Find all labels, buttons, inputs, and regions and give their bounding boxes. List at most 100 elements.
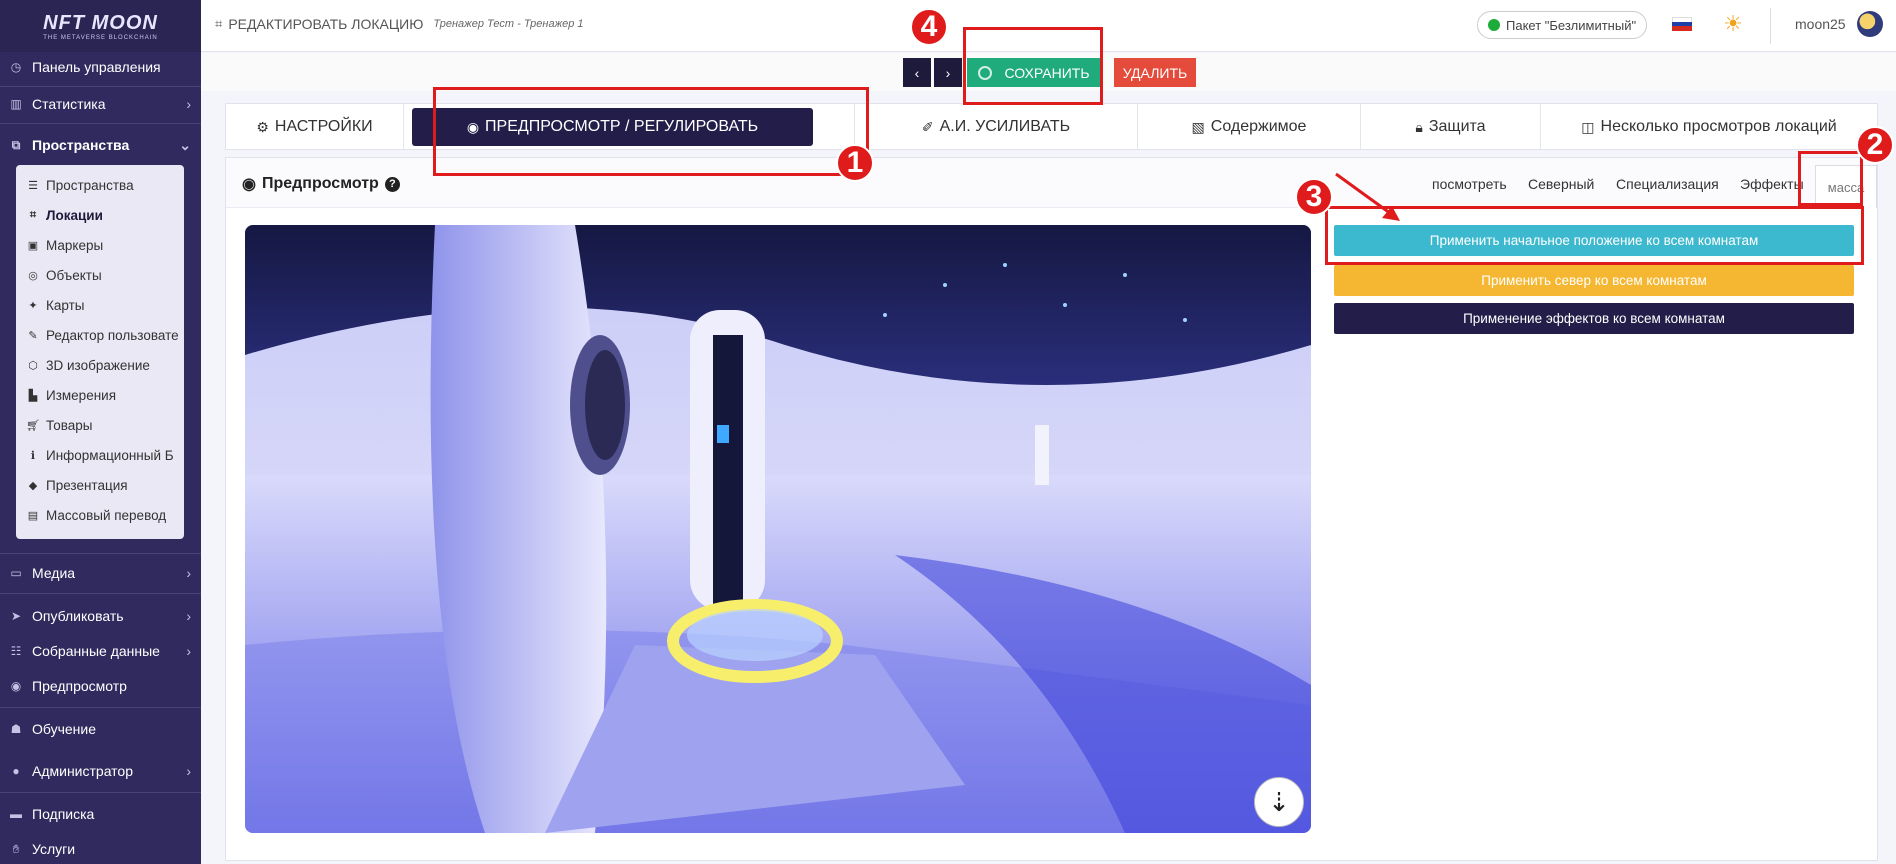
ruler-icon: ▙: [28, 389, 38, 402]
tab-content[interactable]: ▧ Содержимое: [1138, 104, 1361, 150]
sidebar-item-statistics[interactable]: ▥ Статистика ›: [0, 87, 201, 121]
cube-icon: ⬡: [28, 359, 38, 372]
submenu-item-products[interactable]: 🛒︎ Товары: [26, 413, 180, 437]
image-icon: ▣: [27, 239, 39, 252]
submenu-item-3d-image[interactable]: ⬡ 3D изображение: [26, 353, 180, 377]
eye-icon: ◉: [10, 679, 22, 693]
submenu-item-label: Объекты: [46, 267, 102, 283]
hand-icon: ✋︎: [12, 841, 20, 856]
sidebar-item-preview[interactable]: ◉ Предпросмотр: [0, 669, 201, 703]
submenu-item-markers[interactable]: ▣ Маркеры: [26, 233, 180, 257]
package-badge[interactable]: Пакет "Безлимитный": [1477, 11, 1648, 39]
submenu-item-label: Массовый перевод: [46, 507, 167, 523]
username[interactable]: moon25: [1795, 16, 1846, 32]
submenu-item-user-editor[interactable]: ✎ Редактор пользовате: [26, 323, 180, 347]
location-icon: ⌗: [29, 208, 37, 221]
compass-icon[interactable]: ⇣: [1254, 777, 1304, 827]
divider: [0, 593, 201, 594]
russian-flag-icon[interactable]: [1672, 17, 1692, 31]
submenu-item-objects[interactable]: ◎ Объекты: [26, 263, 180, 287]
sidebar-item-collected-data[interactable]: ☷ Собранные данные ›: [0, 634, 201, 668]
submenu-item-mass-translation[interactable]: ▤ Массовый перевод: [26, 503, 180, 527]
annotation-box-2: [1798, 151, 1863, 206]
apply-effects-all-button[interactable]: Применение эффектов ко всем комнатам: [1334, 303, 1854, 334]
sidebar-item-admin[interactable]: ● Администратор ›: [0, 754, 201, 788]
cogs-icon: ⚙: [256, 118, 269, 135]
apply-north-all-button[interactable]: Применить север ко всем комнатам: [1334, 265, 1854, 296]
tab-ai-enhance[interactable]: ✐ А.И. УСИЛИВАТЬ: [855, 104, 1138, 150]
prev-button[interactable]: ‹: [903, 58, 931, 87]
subtab-view[interactable]: посмотреть: [1432, 176, 1507, 192]
chevron-right-icon: ›: [186, 96, 191, 112]
page-title: ⌗ РЕДАКТИРОВАТЬ ЛОКАЦИЮ Тренажер Тест - …: [215, 16, 584, 32]
images-icon: ▧: [1191, 118, 1205, 135]
submenu-item-info-block[interactable]: ℹ Информационный Б: [26, 443, 180, 467]
edit-icon: ✎: [28, 329, 38, 342]
sidebar-item-label: Собранные данные: [32, 643, 160, 659]
paper-plane-icon: ➤: [10, 609, 22, 623]
submenu-item-label: Редактор пользовате: [46, 327, 179, 343]
sidebar-item-media[interactable]: ▭ Медиа ›: [0, 556, 201, 590]
submenu-item-label: Презентация: [46, 477, 128, 493]
annotation-box-1: [433, 87, 869, 176]
divider: [0, 792, 201, 793]
subtab-effects[interactable]: Эффекты: [1740, 176, 1804, 192]
page-subtitle: Тренажер Тест - Тренажер 1: [433, 18, 584, 30]
submenu-item-locations[interactable]: ⌗ Локации: [26, 203, 180, 227]
sidebar-item-services[interactable]: ✋︎ Услуги: [0, 832, 201, 864]
annotation-number-4: 4: [910, 8, 948, 46]
submenu-item-label: Товары: [46, 417, 93, 433]
next-button[interactable]: ›: [934, 58, 962, 87]
logo[interactable]: NFT MOON THE METAVERSE BLOCKCHAIN: [0, 0, 201, 52]
sidebar-item-label: Панель управления: [32, 59, 161, 75]
sitemap-icon: ⧉: [11, 137, 21, 152]
sidebar-item-label: Предпросмотр: [32, 678, 127, 694]
sidebar-item-dashboard[interactable]: ◷ Панель управления: [0, 50, 201, 84]
subtab-specialization[interactable]: Специализация: [1616, 176, 1719, 192]
annotation-box-4: [963, 27, 1103, 105]
page-title-text: РЕДАКТИРОВАТЬ ЛОКАЦИЮ: [228, 16, 424, 32]
tab-settings[interactable]: ⚙ НАСТРОЙКИ: [226, 104, 404, 150]
sidebar-item-label: Администратор: [32, 763, 134, 779]
sun-icon[interactable]: ☀: [1721, 12, 1745, 36]
chevron-right-icon: ›: [186, 608, 191, 624]
divider: [0, 707, 201, 708]
submenu-item-presentation[interactable]: ◆ Презентация: [26, 473, 180, 497]
panel-title-text: Предпросмотр: [261, 175, 379, 192]
sidebar-item-spaces[interactable]: ⧉ Пространства ⌄: [0, 128, 201, 162]
subtab-north[interactable]: Северный: [1528, 176, 1594, 192]
panorama-scene: [245, 225, 1311, 833]
sidebar-item-subscription[interactable]: ▬ Подписка: [0, 797, 201, 831]
submenu-item-spaces[interactable]: ☰ Пространства: [26, 173, 180, 197]
delete-button[interactable]: УДАЛИТЬ: [1114, 58, 1196, 87]
spaces-submenu: ☰ Пространства ⌗ Локации ▣ Маркеры ◎ Объекты…: [16, 165, 184, 539]
divider: [0, 123, 201, 124]
tab-protection[interactable]: 🔒︎ Защита: [1361, 104, 1541, 150]
package-label: Пакет "Безлимитный": [1506, 17, 1637, 33]
submenu-item-label: Пространства: [46, 177, 134, 193]
submenu-item-measurements[interactable]: ▙ Измерения: [26, 383, 180, 407]
logo-text: NFT MOON: [43, 11, 158, 34]
sidebar-item-publish[interactable]: ➤ Опубликовать ›: [0, 599, 201, 633]
tab-label: А.И. УСИЛИВАТЬ: [939, 118, 1071, 135]
sidebar-item-training[interactable]: ☗ Обучение: [0, 712, 201, 746]
help-icon[interactable]: ?: [384, 176, 400, 192]
submenu-item-maps[interactable]: ✦ Карты: [26, 293, 180, 317]
submenu-item-label: Локации: [46, 207, 103, 223]
panel-title: ◉ Предпросмотр ?: [242, 174, 400, 194]
submenu-item-label: Информационный Б: [46, 447, 174, 463]
user-icon: ●: [12, 764, 20, 778]
submenu-item-label: Измерения: [46, 387, 117, 403]
database-icon: ☷: [10, 644, 22, 658]
dashboard-icon: ◷: [10, 60, 22, 74]
tab-multiple-views[interactable]: ◫ Несколько просмотров локаций: [1541, 104, 1877, 150]
circle-icon: ◎: [28, 269, 38, 282]
annotation-number-3: 3: [1295, 178, 1333, 216]
tab-label: Защита: [1428, 118, 1486, 135]
lock-icon: 🔒︎: [1415, 118, 1423, 135]
panorama-viewer[interactable]: [245, 225, 1311, 833]
chevron-right-icon: ›: [186, 763, 191, 779]
divider: [0, 553, 201, 554]
sidebar-item-label: Пространства: [32, 137, 130, 153]
avatar[interactable]: [1857, 11, 1883, 37]
